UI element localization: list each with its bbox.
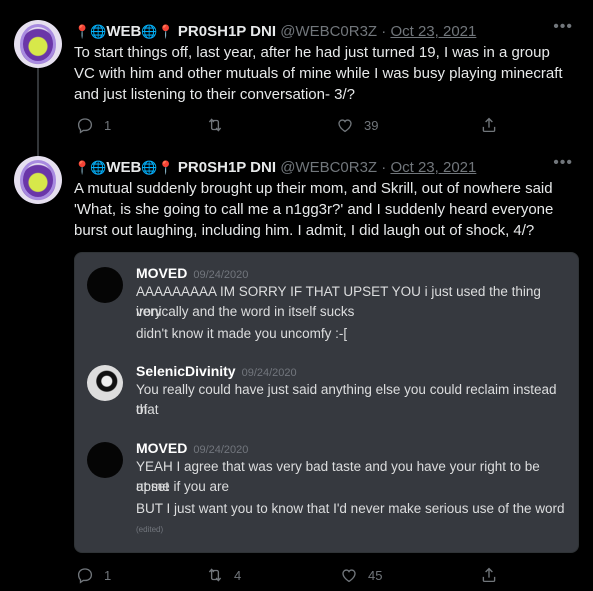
message-line: BUT I just want you to know that I'd nev… — [136, 501, 565, 516]
share-icon — [482, 567, 496, 583]
thread-line — [37, 66, 39, 158]
message-line: at me if you are — [136, 479, 230, 494]
share-icon — [482, 117, 496, 133]
reply-icon — [77, 568, 93, 584]
separator: · — [381, 159, 387, 176]
tweet-text: A mutual suddenly brought up their mom, … — [74, 180, 554, 239]
message-timestamp: 09/24/2020 — [193, 269, 249, 281]
avatar[interactable] — [14, 20, 62, 68]
share-button[interactable] — [480, 116, 498, 134]
message-header: MOVED 09/24/2020 — [136, 440, 248, 456]
reply-button[interactable]: 1 — [76, 116, 111, 134]
reply-icon — [77, 118, 93, 134]
edited-label: (edited) — [136, 525, 164, 534]
message-author: MOVED — [136, 265, 188, 281]
tweet-header: 📍🌐WEB🌐📍 PR0SH1P DNI @WEBC0R3Z · Oct 23, … — [74, 158, 476, 178]
user-handle[interactable]: @WEBC0R3Z — [280, 159, 377, 176]
like-icon — [342, 569, 356, 583]
reply-button[interactable]: 1 — [76, 566, 111, 584]
globe-icon: 🌐 — [90, 24, 107, 39]
user-handle[interactable]: @WEBC0R3Z — [280, 23, 377, 40]
display-name[interactable]: PR0SH1P DNI — [178, 159, 276, 176]
pin-icon: 📍 — [157, 24, 174, 39]
like-count: 39 — [364, 117, 379, 133]
globe-icon: 🌐 — [141, 160, 158, 175]
avatar[interactable] — [14, 156, 62, 204]
message-timestamp: 09/24/2020 — [193, 444, 249, 456]
display-name-prefix[interactable]: WEB — [106, 23, 141, 40]
tweet-actions: 1 4 45 — [74, 566, 514, 588]
like-button[interactable]: 45 — [340, 566, 382, 584]
retweet-count: 4 — [234, 567, 242, 583]
tweet-date[interactable]: Oct 23, 2021 — [390, 23, 476, 40]
more-icon[interactable]: ••• — [553, 18, 573, 36]
discord-avatar — [87, 365, 123, 401]
discord-avatar — [87, 267, 123, 303]
globe-icon: 🌐 — [90, 160, 107, 175]
message-line: didn't know it made you uncomfy :-[ — [136, 326, 348, 341]
display-name-prefix[interactable]: WEB — [106, 159, 141, 176]
pin-icon: 📍 — [74, 24, 91, 39]
like-icon — [338, 119, 352, 133]
display-name[interactable]: PR0SH1P DNI — [178, 23, 276, 40]
pin-icon: 📍 — [74, 160, 91, 175]
message-header: SelenicDivinity 09/24/2020 — [136, 363, 297, 379]
retweet-button[interactable]: 4 — [206, 566, 241, 584]
attached-image[interactable]: MOVED 09/24/2020 AAAAAAAAA IM SORRY IF TH… — [74, 252, 579, 553]
message-timestamp: 09/24/2020 — [241, 367, 297, 379]
like-count: 45 — [368, 567, 383, 583]
separator: · — [381, 23, 387, 40]
more-icon[interactable]: ••• — [553, 154, 573, 172]
tweet-header: 📍🌐WEB🌐📍 PR0SH1P DNI @WEBC0R3Z · Oct 23, … — [74, 22, 476, 42]
retweet-icon — [208, 568, 222, 582]
tweet-text: To start things off, last year, after he… — [74, 44, 563, 103]
message-line: ironically and the word in itself sucks — [136, 304, 355, 319]
share-button[interactable] — [480, 566, 498, 584]
like-button[interactable]: 39 — [336, 116, 378, 134]
retweet-button[interactable] — [206, 116, 234, 134]
tweet-actions: 1 39 — [74, 116, 514, 138]
message-author: SelenicDivinity — [136, 363, 236, 379]
retweet-icon — [208, 118, 222, 132]
globe-icon: 🌐 — [141, 24, 158, 39]
reply-count: 1 — [104, 567, 112, 583]
message-header: MOVED 09/24/2020 — [136, 265, 248, 281]
message-line: that — [136, 402, 159, 417]
reply-count: 1 — [104, 117, 112, 133]
discord-avatar — [87, 442, 123, 478]
tweet-date[interactable]: Oct 23, 2021 — [390, 159, 476, 176]
message-author: MOVED — [136, 440, 188, 456]
pin-icon: 📍 — [157, 160, 174, 175]
